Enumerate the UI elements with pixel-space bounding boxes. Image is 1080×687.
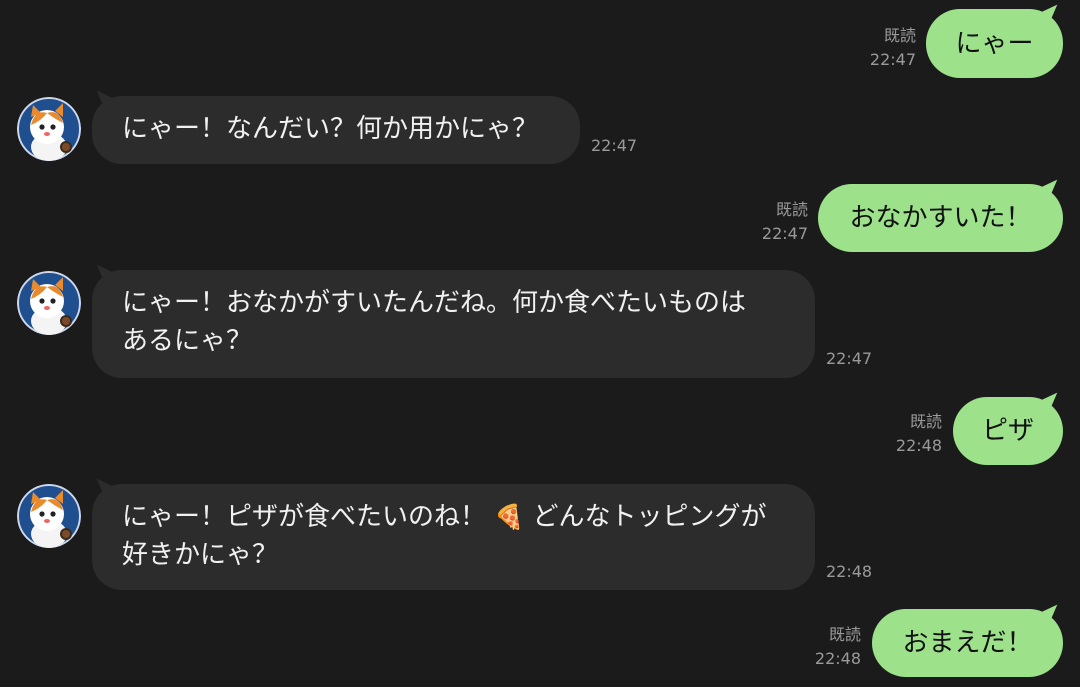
message-bubble[interactable]: にゃー！なんだい？何か用かにゃ？ bbox=[92, 96, 580, 164]
message-text: にゃー！ピザが食べたいのね！ bbox=[122, 502, 487, 532]
cat-avatar-icon[interactable] bbox=[17, 271, 81, 335]
message-bubble[interactable]: にゃー！ピザが食べたいのね！ 🍕 どんなトッピングが 好きかにゃ？ bbox=[92, 484, 815, 590]
message-meta: 既読 22:47 bbox=[836, 24, 916, 72]
cat-avatar-icon[interactable] bbox=[17, 97, 81, 161]
message-outgoing: 既読 22:48 ピザ bbox=[0, 392, 1080, 472]
message-incoming: にゃー！ピザが食べたいのね！ 🍕 どんなトッピングが 好きかにゃ？ 22:48 bbox=[0, 478, 1080, 598]
cat-avatar-icon[interactable] bbox=[17, 484, 81, 548]
message-outgoing: 既読 22:48 おまえだ！ bbox=[0, 604, 1080, 687]
message-text: おなかすいた！ bbox=[849, 203, 1032, 233]
message-outgoing: 既読 22:47 にゃー bbox=[0, 0, 1080, 90]
message-meta: 既読 22:47 bbox=[728, 198, 808, 246]
message-outgoing: 既読 22:47 おなかすいた！ bbox=[0, 179, 1080, 270]
message-bubble[interactable]: おなかすいた！ bbox=[818, 184, 1063, 252]
read-receipt: 既読 bbox=[883, 26, 916, 45]
timestamp: 22:48 bbox=[895, 436, 942, 455]
timestamp: 22:47 bbox=[826, 349, 873, 368]
message-bubble[interactable]: にゃー！おなかがすいたんだね。何か食べたいものは あるにゃ？ bbox=[92, 270, 815, 378]
message-incoming: にゃー！なんだい？何か用かにゃ？ 22:47 bbox=[0, 90, 1080, 180]
timestamp: 22:48 bbox=[826, 562, 873, 581]
message-incoming: にゃー！おなかがすいたんだね。何か食べたいものは あるにゃ？ 22:47 bbox=[0, 264, 1080, 384]
message-text-line: にゃー！おなかがすいたんだね。何か食べたいものは bbox=[122, 288, 747, 318]
read-receipt: 既読 bbox=[775, 200, 808, 219]
timestamp: 22:47 bbox=[761, 224, 808, 243]
message-text: にゃー bbox=[955, 28, 1034, 59]
pizza-emoji-icon: 🍕 bbox=[494, 503, 525, 531]
message-text: にゃー！なんだい？何か用かにゃ？ bbox=[122, 114, 539, 144]
timestamp: 22:48 bbox=[814, 649, 861, 668]
message-text: おまえだ！ bbox=[902, 628, 1033, 658]
read-receipt: 既読 bbox=[828, 625, 861, 644]
message-text: どんなトッピングが bbox=[532, 502, 767, 532]
message-bubble[interactable]: おまえだ！ bbox=[872, 609, 1063, 677]
read-receipt: 既読 bbox=[909, 412, 942, 431]
timestamp: 22:47 bbox=[869, 50, 916, 69]
timestamp: 22:47 bbox=[591, 136, 638, 155]
message-text: ピザ bbox=[982, 416, 1035, 446]
chat-thread: 既読 22:47 にゃー にゃー！なんだい？何か用かにゃ？ 22:47 既読 2… bbox=[0, 0, 1080, 687]
message-text-line: にゃー！ピザが食べたいのね！ 🍕 どんなトッピングが bbox=[122, 498, 785, 536]
message-meta: 既読 22:48 bbox=[781, 623, 861, 671]
message-text-line: 好きかにゃ？ bbox=[122, 540, 279, 570]
message-text-line: あるにゃ？ bbox=[122, 326, 253, 356]
message-meta: 既読 22:48 bbox=[862, 410, 942, 458]
